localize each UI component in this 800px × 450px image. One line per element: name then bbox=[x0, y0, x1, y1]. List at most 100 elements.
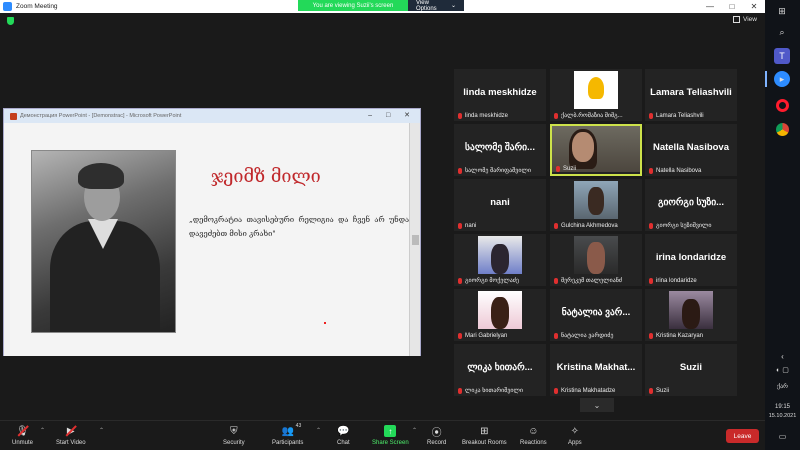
participant-name-label: გიორგი სუზიშვილი bbox=[649, 222, 712, 229]
slide-quote: „დემოკრატია თავისებური რელიგია და ჩვენ ა… bbox=[189, 215, 409, 238]
chrome-icon[interactable] bbox=[774, 121, 790, 137]
search-icon[interactable]: ⌕ bbox=[774, 24, 790, 40]
participant-tile[interactable]: ლიკა ხითარ... ლიკა ხითარიშვილი bbox=[454, 344, 546, 396]
participant-name-label: Gulchina Akhmedova bbox=[554, 223, 618, 229]
clock-time[interactable]: 19:15 bbox=[765, 404, 800, 410]
participant-tile[interactable]: Kristina Kazaryan bbox=[645, 289, 737, 341]
participant-tile[interactable]: linda meskhidze linda meskhidze bbox=[454, 69, 546, 121]
chat-label: Chat bbox=[337, 440, 350, 446]
participants-label: Participants bbox=[272, 440, 304, 446]
notifications-icon[interactable]: ▭ bbox=[765, 432, 800, 441]
participant-display-name: nani bbox=[490, 197, 510, 208]
participant-tile[interactable]: Natella Nasibova Natella Nasibova bbox=[645, 124, 737, 176]
share-screen-label: Share Screen bbox=[372, 440, 409, 446]
participants-icon: 👥 43 bbox=[281, 423, 302, 437]
participant-name-label: Natella Nasibova bbox=[649, 168, 701, 174]
participant-display-name: irina londaridze bbox=[655, 252, 727, 263]
close-button[interactable]: ✕ bbox=[743, 0, 765, 13]
microphone-muted-icon bbox=[458, 277, 462, 284]
participant-name: ქალბ.რომაზია მიმგ... bbox=[561, 113, 623, 119]
view-button[interactable]: View bbox=[733, 16, 757, 23]
participant-display-name: Suzii bbox=[679, 362, 703, 373]
participant-tile[interactable]: Lamara Teliashvili Lamara Teliashvili bbox=[645, 69, 737, 121]
participant-tile[interactable]: ნატალია ვარ... ნატალია ვარდიძე bbox=[550, 289, 642, 341]
participant-tile[interactable]: სალომე შარი... სალომე შარიფაშვილი bbox=[454, 124, 546, 176]
participant-tile[interactable]: Kristina Makhat... Kristina Makhatadze bbox=[550, 344, 642, 396]
participant-name-label: irina londaridze bbox=[649, 278, 697, 284]
microphone-muted-icon bbox=[458, 333, 462, 339]
microphone-muted-icon bbox=[649, 168, 653, 174]
participant-name: Gulchina Akhmedova bbox=[561, 223, 618, 229]
participant-display-name: Lamara Teliashvili bbox=[650, 87, 732, 98]
vertical-scrollbar[interactable] bbox=[409, 123, 420, 356]
participant-photo bbox=[478, 291, 522, 329]
windows-taskbar: ⊞ ⌕ T ▸ ‹ ◐ ▢ ქარ 19:15 15.10.2021 ▭ bbox=[765, 0, 800, 450]
participant-name: Lamara Teliashvili bbox=[656, 113, 704, 119]
apps-button[interactable]: ✧ Apps bbox=[568, 425, 582, 447]
participant-name-label: Kristina Makhatadze bbox=[554, 388, 615, 394]
shared-window-title: Демонстрация PowerPoint - [Demonstrac] -… bbox=[20, 113, 182, 119]
view-options-button[interactable]: View Options ⌄ bbox=[408, 0, 464, 12]
chevron-down-icon: ⌄ bbox=[450, 3, 456, 9]
participant-name: Kristina Kazaryan bbox=[656, 333, 704, 339]
window-controls: — □ ✕ bbox=[699, 0, 765, 13]
tray-icons[interactable]: ◐ ▢ bbox=[765, 366, 800, 374]
breakout-rooms-button[interactable]: ⊞ Breakout Rooms bbox=[462, 425, 507, 447]
maximize-button[interactable]: □ bbox=[721, 0, 743, 13]
tray-chevron-icon[interactable]: ‹ bbox=[765, 352, 800, 361]
security-button[interactable]: ⛨ Security bbox=[223, 425, 245, 447]
language-indicator[interactable]: ქარ bbox=[765, 383, 800, 390]
participant-tile[interactable]: Suzii bbox=[550, 124, 642, 176]
share-options-caret[interactable]: ⌃ bbox=[412, 427, 417, 434]
reactions-label: Reactions bbox=[520, 440, 547, 446]
participant-tile[interactable]: ქალბ.რომაზია მიმგ... bbox=[550, 69, 642, 121]
participant-name-label: Suzii bbox=[649, 388, 669, 394]
participants-button[interactable]: 👥 43 Participants bbox=[272, 423, 304, 446]
participant-tile[interactable]: Gulchina Akhmedova bbox=[550, 179, 642, 231]
participant-tile[interactable]: გიორგი მოქელაძე bbox=[454, 234, 546, 286]
participant-photo bbox=[669, 291, 713, 329]
microphone-muted-icon bbox=[554, 223, 558, 229]
start-video-label: Start Video bbox=[56, 440, 86, 446]
participant-tile[interactable]: Suzii Suzii bbox=[645, 344, 737, 396]
slide: ჯეიმზ მილი „დემოკრატია თავისებური რელიგი… bbox=[4, 123, 410, 356]
reactions-button[interactable]: ☺ Reactions bbox=[520, 425, 547, 447]
clock-date[interactable]: 15.10.2021 bbox=[765, 413, 800, 419]
windows-start-icon[interactable]: ⊞ bbox=[774, 3, 790, 19]
apps-icon: ✧ bbox=[570, 425, 580, 437]
microphone-muted-icon bbox=[458, 113, 462, 119]
participant-tile[interactable]: გიორგი სუზი... გიორგი სუზიშვილი bbox=[645, 179, 737, 231]
next-page-button[interactable]: ⌄ bbox=[580, 398, 614, 412]
start-video-button[interactable]: ▶ Start Video bbox=[56, 425, 86, 447]
record-label: Record bbox=[427, 440, 447, 446]
audio-options-caret[interactable]: ⌃ bbox=[40, 427, 45, 434]
apps-label: Apps bbox=[568, 440, 582, 446]
chat-button[interactable]: 💬 Chat bbox=[337, 425, 350, 447]
leave-button[interactable]: Leave bbox=[726, 429, 759, 443]
share-screen-button[interactable]: ↑ Share Screen bbox=[372, 425, 409, 446]
record-button[interactable]: ⦿ Record bbox=[427, 425, 447, 447]
scrollbar-thumb[interactable] bbox=[412, 235, 419, 245]
participant-tile[interactable]: Mari Gabrielyan bbox=[454, 289, 546, 341]
minimize-button[interactable]: — bbox=[699, 0, 721, 13]
video-options-caret[interactable]: ⌃ bbox=[99, 427, 104, 434]
participant-tile[interactable]: irina londaridze irina londaridze bbox=[645, 234, 737, 286]
unmute-button[interactable]: 🎙 Unmute bbox=[12, 425, 33, 447]
participant-name: nani bbox=[465, 223, 477, 229]
participant-name: Natella Nasibova bbox=[656, 168, 702, 174]
participants-options-caret[interactable]: ⌃ bbox=[316, 427, 321, 434]
participant-name: Kristina Makhatadze bbox=[561, 388, 616, 394]
participant-display-name: Natella Nasibova bbox=[652, 142, 730, 153]
microphone-muted-icon bbox=[649, 333, 653, 339]
participant-tile[interactable]: nani nani bbox=[454, 179, 546, 231]
participant-name-label: Mari Gabrielyan bbox=[458, 333, 507, 339]
meeting-toolbar: 🎙 Unmute ⌃ ▶ Start Video ⌃ ⛨ Security 👥 4… bbox=[0, 421, 765, 450]
window-title: Zoom Meeting bbox=[16, 3, 58, 10]
zoom-taskbar-icon[interactable]: ▸ bbox=[774, 71, 790, 87]
shield-icon: ⛨ bbox=[230, 425, 238, 437]
participant-tile[interactable]: მერეკემ თალელიანძ bbox=[550, 234, 642, 286]
opera-icon[interactable] bbox=[774, 97, 790, 113]
participant-name: Suzii bbox=[563, 166, 577, 172]
teams-icon[interactable]: T bbox=[774, 48, 790, 64]
participant-name: irina londaridze bbox=[656, 278, 697, 284]
